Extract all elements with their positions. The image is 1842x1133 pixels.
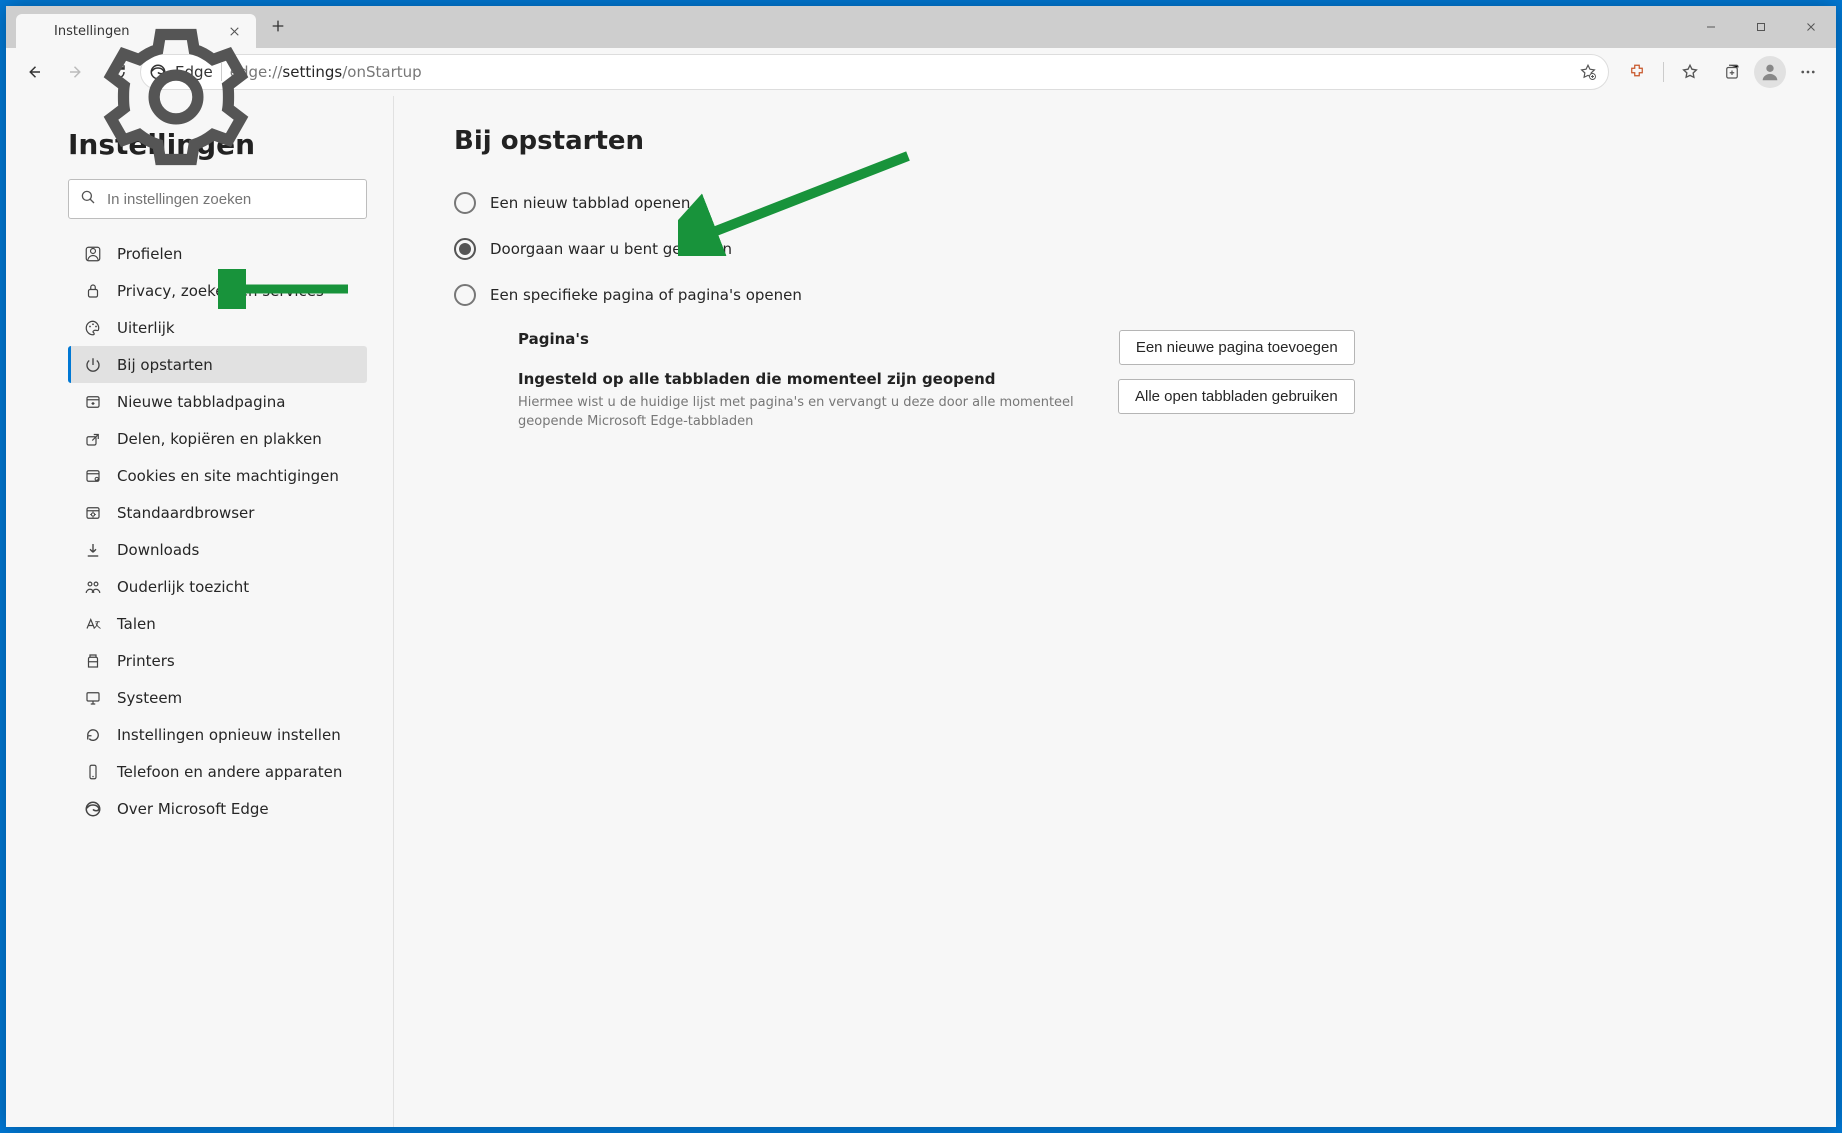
sidebar-item-label: Delen, kopiëren en plakken [117, 430, 322, 448]
favorites-button[interactable] [1670, 52, 1710, 92]
maximize-button[interactable] [1736, 6, 1786, 48]
pages-subsection-text: Pagina's Ingesteld op alle tabbladen die… [518, 330, 1078, 432]
sidebar-nav: Profielen Privacy, zoeken en services Uite… [68, 235, 367, 827]
close-window-button[interactable] [1786, 6, 1836, 48]
extensions-button[interactable] [1617, 52, 1657, 92]
toolbar-right [1611, 52, 1828, 92]
download-icon [83, 540, 103, 560]
settings-main: Bij opstarten Een nieuw tabblad openen Do… [394, 96, 1836, 1127]
sidebar-item-label: Uiterlijk [117, 319, 175, 337]
startup-option-1[interactable]: Doorgaan waar u bent gebleven [454, 226, 1776, 272]
sidebar-item-2[interactable]: Uiterlijk [68, 309, 367, 346]
sidebar-item-label: Cookies en site machtigingen [117, 467, 339, 485]
use-open-tabs-heading: Ingesteld op alle tabbladen die momentee… [518, 370, 1078, 388]
permissions-icon [83, 466, 103, 486]
sidebar-item-13[interactable]: Instellingen opnieuw instellen [68, 716, 367, 753]
pages-subsection: Pagina's Ingesteld op alle tabbladen die… [518, 330, 1776, 432]
close-tab-button[interactable] [224, 21, 244, 41]
newtab-icon [83, 392, 103, 412]
sidebar-item-label: Printers [117, 652, 175, 670]
sidebar-item-4[interactable]: Nieuwe tabbladpagina [68, 383, 367, 420]
sidebar-item-label: Nieuwe tabbladpagina [117, 393, 286, 411]
settings-search[interactable] [68, 179, 367, 219]
sidebar-item-label: Downloads [117, 541, 199, 559]
language-icon [83, 614, 103, 634]
edge-icon [83, 799, 103, 819]
family-icon [83, 577, 103, 597]
sidebar-item-9[interactable]: Ouderlijk toezicht [68, 568, 367, 605]
radio-icon [454, 284, 476, 306]
address-bar[interactable]: Edge edge://settings/onStartup [140, 54, 1609, 90]
radio-label: Doorgaan waar u bent gebleven [490, 240, 732, 258]
title-bar: Instellingen [6, 6, 1836, 48]
sidebar-item-label: Over Microsoft Edge [117, 800, 269, 818]
sidebar-item-12[interactable]: Systeem [68, 679, 367, 716]
page-heading: Bij opstarten [454, 126, 1776, 156]
search-icon [79, 188, 97, 210]
sidebar-item-label: Profielen [117, 245, 182, 263]
sidebar-item-label: Talen [117, 615, 156, 633]
power-icon [83, 355, 103, 375]
settings-search-input[interactable] [107, 191, 356, 208]
sidebar-item-3[interactable]: Bij opstarten [68, 346, 367, 383]
sidebar-item-label: Ouderlijk toezicht [117, 578, 249, 596]
radio-icon [454, 238, 476, 260]
url-text: edge://settings/onStartup [230, 63, 1564, 81]
radio-icon [454, 192, 476, 214]
use-open-tabs-button[interactable]: Alle open tabbladen gebruiken [1118, 379, 1355, 414]
window-frame: Instellingen Edge edge://settings/onStar… [6, 6, 1836, 1127]
lock-icon [83, 281, 103, 301]
profile-icon [83, 244, 103, 264]
sidebar-item-label: Telefoon en andere apparaten [117, 763, 342, 781]
sidebar-item-0[interactable]: Profielen [68, 235, 367, 272]
add-page-button[interactable]: Een nieuwe pagina toevoegen [1119, 330, 1355, 365]
reset-icon [83, 725, 103, 745]
collections-button[interactable] [1712, 52, 1752, 92]
menu-button[interactable] [1788, 52, 1828, 92]
settings-page: Instellingen ProfielenPrivacy, zoeken en… [6, 96, 1836, 1127]
radio-label: Een specifieke pagina of pagina's openen [490, 286, 802, 304]
pages-heading: Pagina's [518, 330, 1078, 348]
sidebar-item-14[interactable]: Telefoon en andere apparaten [68, 753, 367, 790]
share-icon [83, 429, 103, 449]
sidebar-item-label: Instellingen opnieuw instellen [117, 726, 341, 744]
use-open-tabs-description: Hiermee wist u de huidige lijst met pagi… [518, 394, 1078, 432]
sidebar-item-label: Standaardbrowser [117, 504, 254, 522]
profile-button[interactable] [1754, 56, 1786, 88]
sidebar-item-7[interactable]: Standaardbrowser [68, 494, 367, 531]
sidebar-item-1[interactable]: Privacy, zoeken en services [68, 272, 367, 309]
startup-radio-group: Een nieuw tabblad openen Doorgaan waar u … [454, 180, 1776, 318]
settings-sidebar: Instellingen ProfielenPrivacy, zoeken en… [6, 96, 394, 1127]
sidebar-item-10[interactable]: Talen [68, 605, 367, 642]
pages-subsection-buttons: Een nieuwe pagina toevoegen Alle open ta… [1118, 330, 1355, 432]
browser-tab[interactable]: Instellingen [16, 14, 256, 48]
appearance-icon [83, 318, 103, 338]
separator [1663, 62, 1664, 82]
sidebar-item-8[interactable]: Downloads [68, 531, 367, 568]
sidebar-item-label: Systeem [117, 689, 182, 707]
startup-option-2[interactable]: Een specifieke pagina of pagina's openen [454, 272, 1776, 318]
favorite-button[interactable] [1572, 56, 1604, 88]
window-controls [1686, 6, 1836, 48]
phone-icon [83, 762, 103, 782]
sidebar-item-5[interactable]: Delen, kopiëren en plakken [68, 420, 367, 457]
default-browser-icon [83, 503, 103, 523]
startup-option-0[interactable]: Een nieuw tabblad openen [454, 180, 1776, 226]
tab-strip: Instellingen [6, 6, 294, 48]
sidebar-item-11[interactable]: Printers [68, 642, 367, 679]
sidebar-item-6[interactable]: Cookies en site machtigingen [68, 457, 367, 494]
title-bar-drag[interactable] [294, 6, 1686, 48]
minimize-button[interactable] [1686, 6, 1736, 48]
printer-icon [83, 651, 103, 671]
gear-icon [26, 22, 44, 40]
sidebar-item-15[interactable]: Over Microsoft Edge [68, 790, 367, 827]
tab-title: Instellingen [54, 24, 214, 39]
sidebar-item-label: Privacy, zoeken en services [117, 282, 324, 300]
system-icon [83, 688, 103, 708]
sidebar-item-label: Bij opstarten [117, 356, 213, 374]
radio-label: Een nieuw tabblad openen [490, 194, 690, 212]
